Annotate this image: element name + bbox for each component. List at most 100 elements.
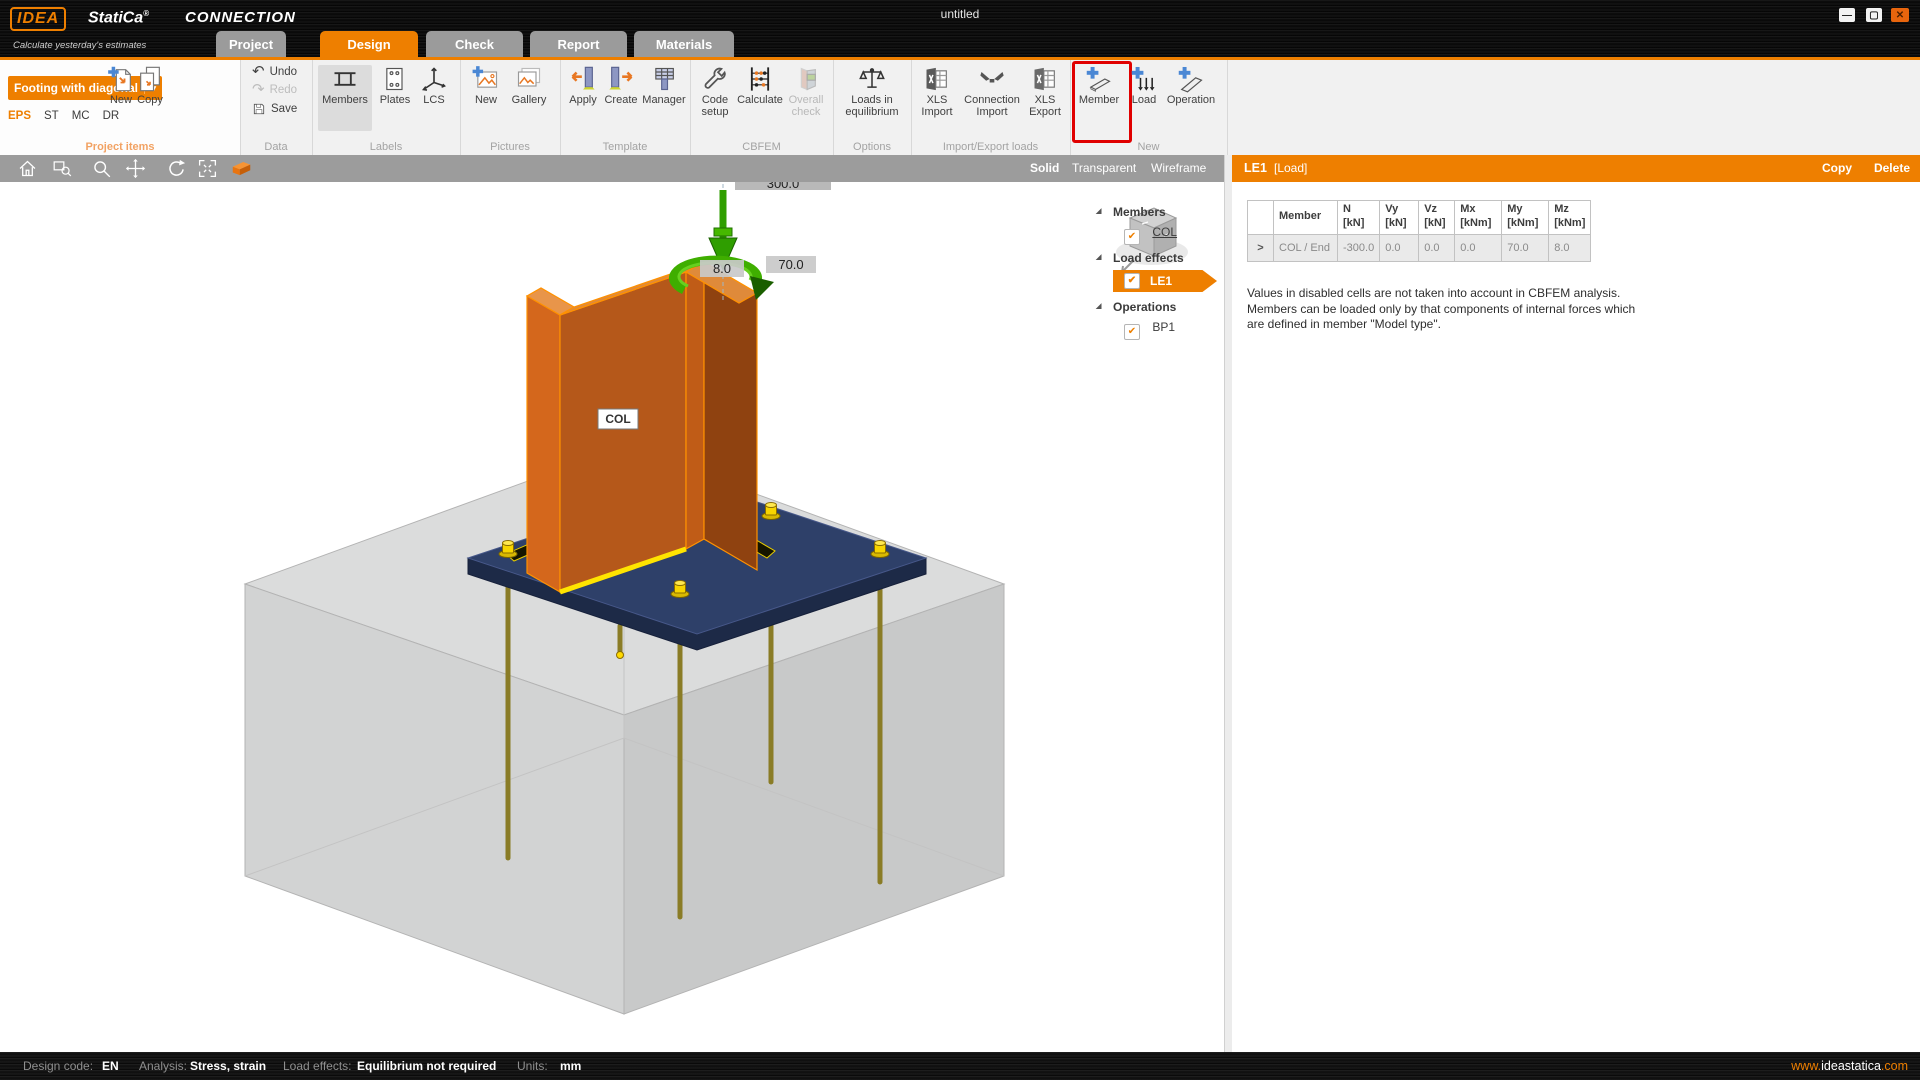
le1-checkbox[interactable]: ✔: [1124, 273, 1140, 289]
cell-mx[interactable]: 0.0: [1455, 235, 1502, 262]
overall-check-button[interactable]: Overall check: [784, 65, 828, 119]
tree-item-col[interactable]: ✔ COL: [1124, 225, 1221, 245]
save-label: Save: [271, 103, 297, 115]
new-load-label: Load: [1132, 94, 1156, 106]
load-table-row[interactable]: > COL / End -300.0 0.0 0.0 0.0 70.0 8.0: [1248, 235, 1591, 262]
xls-export-button[interactable]: XLS Export: [1025, 65, 1065, 119]
render-mode-solid[interactable]: Solid: [1030, 161, 1059, 175]
code-mc[interactable]: MC: [72, 110, 90, 122]
tree-item-bp1[interactable]: ✔ BP1: [1124, 320, 1221, 340]
header-my: My[kNm]: [1502, 201, 1549, 235]
plates-labels-toggle[interactable]: Plates: [378, 65, 412, 106]
tree-operations-header[interactable]: ◢ Operations: [1113, 300, 1221, 314]
copy-load-button[interactable]: Copy: [1822, 161, 1852, 175]
col-checkbox[interactable]: ✔: [1124, 229, 1140, 245]
lcs-labels-toggle[interactable]: LCS: [414, 65, 454, 106]
web-prefix: www.: [1791, 1059, 1821, 1073]
analysis-value[interactable]: Stress, strain: [190, 1059, 266, 1073]
load-effects-value[interactable]: Equilibrium not required: [357, 1059, 496, 1073]
solid-brick-icon[interactable]: [231, 158, 252, 179]
create-template-button[interactable]: Create: [602, 65, 640, 106]
new-load-button[interactable]: Load: [1128, 65, 1160, 106]
tree-item-le1-selected[interactable]: ✔ LE1: [1113, 270, 1217, 292]
header-n-name: N: [1343, 203, 1374, 217]
pan-icon[interactable]: [125, 158, 146, 179]
code-eps[interactable]: EPS: [8, 110, 31, 122]
zoom-window-icon[interactable]: [52, 158, 73, 179]
close-button[interactable]: ✕: [1891, 8, 1909, 22]
tab-report[interactable]: Report: [530, 31, 627, 57]
minimize-button[interactable]: —: [1839, 8, 1855, 22]
group-new: Member Load Operation New: [1070, 60, 1228, 155]
header-n: N[kN]: [1338, 201, 1380, 235]
column-col[interactable]: [527, 262, 757, 592]
undo-button[interactable]: ↶ Undo: [252, 66, 297, 78]
units-value[interactable]: mm: [560, 1059, 581, 1073]
zoom-fit-icon[interactable]: [197, 158, 218, 179]
lcs-label: LCS: [423, 94, 444, 106]
member-label-col[interactable]: COL: [598, 409, 638, 429]
tree-members-header[interactable]: ◢ Members: [1113, 205, 1221, 219]
row-expander-icon[interactable]: >: [1248, 235, 1274, 262]
header-member-name: Member: [1279, 210, 1332, 224]
collapse-icon[interactable]: ◢: [1096, 207, 1101, 215]
brand-tagline: Calculate yesterday's estimates: [13, 40, 146, 51]
undo-icon: ↶: [252, 66, 265, 78]
group-data: ↶ Undo ↷ Redo Save Data: [240, 60, 313, 155]
collapse-icon[interactable]: ◢: [1096, 253, 1101, 261]
design-code-value[interactable]: EN: [102, 1059, 119, 1073]
calculate-button[interactable]: Calculate: [736, 65, 784, 106]
tree-load-effects-header[interactable]: ◢ Load effects: [1113, 251, 1221, 265]
header-mx-name: Mx: [1460, 203, 1496, 217]
bp1-checkbox[interactable]: ✔: [1124, 324, 1140, 340]
maximize-button[interactable]: ▢: [1866, 8, 1882, 22]
tab-materials[interactable]: Materials: [634, 31, 734, 57]
connection-import-button[interactable]: Connection Import: [959, 65, 1025, 119]
loads-in-equilibrium-toggle[interactable]: Loads in equilibrium: [840, 65, 904, 119]
new-operation-button[interactable]: Operation: [1162, 65, 1220, 106]
cell-member[interactable]: COL / End: [1274, 235, 1338, 262]
undo-label: Undo: [270, 66, 298, 78]
3d-viewport[interactable]: 300.0 8.0 70.0 COL: [0, 182, 1224, 1052]
new-project-item-button[interactable]: New: [106, 65, 136, 106]
create-label: Create: [604, 94, 637, 106]
cell-mz[interactable]: 8.0: [1549, 235, 1591, 262]
apply-label: Apply: [569, 94, 597, 106]
website-link[interactable]: www.ideastatica.com: [1791, 1059, 1908, 1073]
gallery-button[interactable]: Gallery: [507, 65, 551, 106]
render-mode-transparent[interactable]: Transparent: [1072, 161, 1136, 175]
render-mode-wireframe[interactable]: Wireframe: [1151, 161, 1206, 175]
copy-project-item-button[interactable]: Copy: [134, 65, 166, 106]
collapse-icon[interactable]: ◢: [1096, 302, 1101, 310]
xls-import-button[interactable]: XLS Import: [917, 65, 957, 119]
cell-n[interactable]: -300.0: [1338, 235, 1380, 262]
apply-template-button[interactable]: Apply: [566, 65, 600, 106]
3d-scene: 300.0 8.0 70.0 COL: [0, 182, 1224, 1052]
zoom-icon[interactable]: [91, 158, 112, 179]
group-label-template: Template: [560, 141, 690, 153]
web-domain: ideastatica: [1821, 1059, 1881, 1073]
template-manager-button[interactable]: Manager: [640, 65, 688, 106]
tab-project[interactable]: Project: [216, 31, 286, 57]
group-label-project-items: Project items: [0, 141, 240, 153]
cell-my[interactable]: 70.0: [1502, 235, 1549, 262]
manager-label: Manager: [642, 94, 685, 106]
load-table: Member N[kN] Vy[kN] Vz[kN] Mx[kNm] My[kN…: [1247, 200, 1591, 262]
tab-check[interactable]: Check: [426, 31, 523, 57]
tab-design[interactable]: Design: [320, 31, 418, 57]
le1-label: LE1: [1150, 274, 1172, 288]
new-picture-button[interactable]: New: [468, 65, 504, 106]
cell-vy[interactable]: 0.0: [1380, 235, 1419, 262]
cell-vz[interactable]: 0.0: [1419, 235, 1455, 262]
members-labels-toggle[interactable]: Members: [318, 65, 372, 131]
delete-load-button[interactable]: Delete: [1874, 161, 1910, 175]
code-st[interactable]: ST: [44, 110, 59, 122]
home-view-icon[interactable]: [17, 158, 38, 179]
save-button[interactable]: Save: [252, 102, 297, 116]
code-dr[interactable]: DR: [103, 110, 120, 122]
ribbon: Footing with diagonal ▾ EPS ST MC DR New: [0, 60, 1920, 156]
code-setup-button[interactable]: Code setup: [696, 65, 734, 119]
redo-button[interactable]: ↷ Redo: [252, 84, 297, 96]
new-member-button[interactable]: Member: [1076, 65, 1122, 106]
rotate-view-icon[interactable]: [166, 158, 187, 179]
